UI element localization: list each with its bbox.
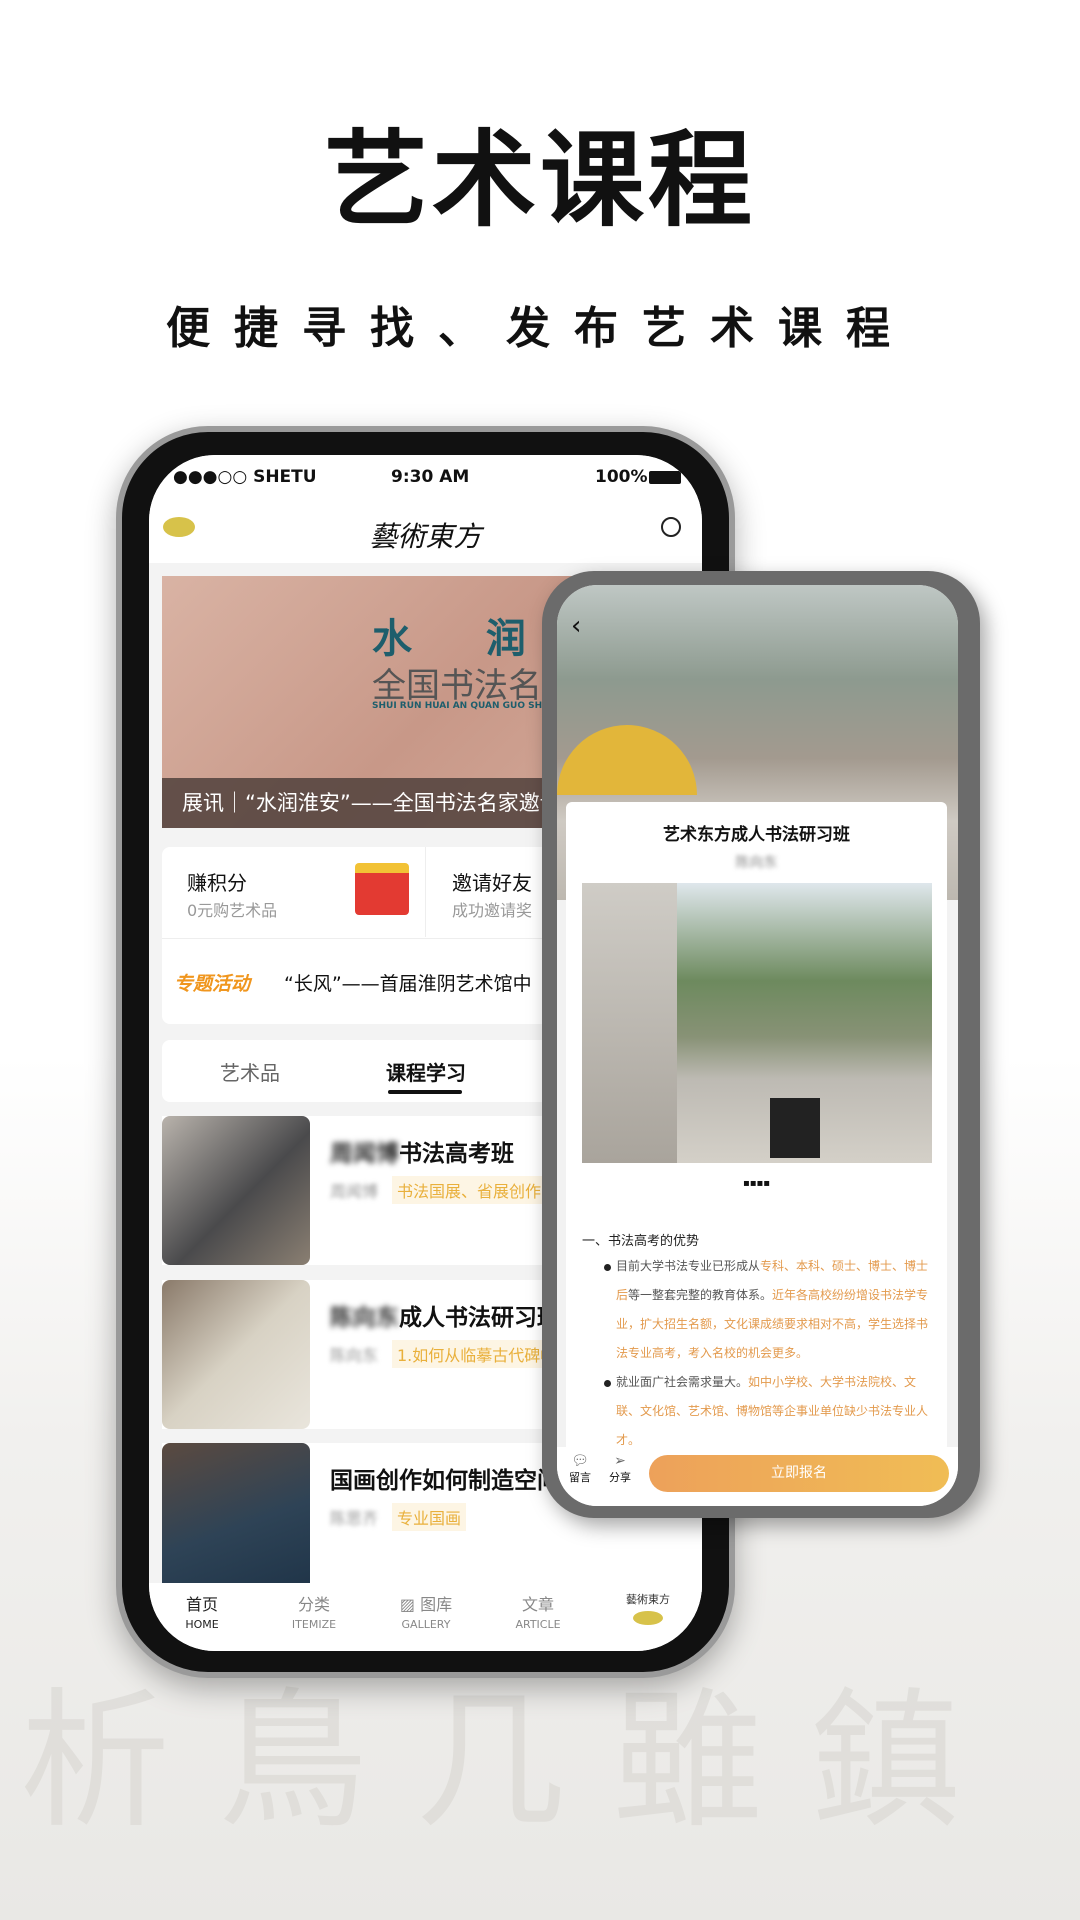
course-tag: 书法国展、省展创作的	[392, 1176, 563, 1204]
battery-text: 100%	[595, 467, 648, 487]
bullet-segment: 等一整套完整的教育体系。	[628, 1288, 773, 1302]
tab-courses[interactable]: 课程学习	[386, 1057, 466, 1086]
course-thumbnail	[162, 1280, 310, 1429]
nav-itemize[interactable]: 分类 ITEMIZE	[269, 1591, 359, 1631]
comment-label: 留言	[569, 1471, 591, 1484]
course-thumbnail	[162, 1443, 310, 1592]
app-header: 藝術東方	[149, 503, 702, 563]
share-icon: ➢	[614, 1453, 626, 1469]
nav-home[interactable]: 首页 HOME	[157, 1591, 247, 1631]
comment-button[interactable]: 💬︎ 留言	[565, 1453, 595, 1485]
course-thumbnail	[162, 1116, 310, 1265]
bullet-icon	[604, 1264, 611, 1271]
course-name-prefix: 周闻博	[330, 1141, 399, 1167]
nav-label: 图库	[420, 1595, 453, 1614]
course-title: 成人书法研习班	[399, 1305, 560, 1331]
course-title: 艺术东方成人书法研习班	[663, 825, 850, 845]
comment-icon: 💬︎	[571, 1453, 589, 1469]
promo-title: 赚积分	[187, 871, 247, 895]
hero-subtitle: 便捷寻找、发布艺术课程	[166, 303, 914, 354]
battery-icon	[649, 471, 681, 484]
nav-sub: GALLERY	[401, 1618, 451, 1631]
course-teacher: 陈思齐	[330, 1509, 379, 1528]
nav-label: 文章	[521, 1595, 554, 1614]
share-label: 分享	[609, 1471, 631, 1484]
nav-article[interactable]: 文章 ARTICLE	[493, 1591, 583, 1631]
activity-text: “长风”——首届淮阴艺术馆中	[284, 973, 532, 995]
action-bar: 💬︎ 留言 ➢ 分享 立即报名	[557, 1447, 958, 1506]
app-logo: 藝術東方	[369, 520, 482, 553]
activity-label: 专题活动	[174, 973, 251, 995]
image-icon: ▨	[399, 1595, 421, 1614]
photo-detail	[557, 725, 697, 795]
course-photo	[582, 883, 932, 1163]
back-icon[interactable]: ‹	[571, 611, 581, 641]
nav-label: 藝術東方	[626, 1593, 670, 1606]
carrier: ●●●○○ SHETU	[173, 467, 317, 487]
course-teacher: 周闻博	[330, 1182, 379, 1201]
share-button[interactable]: ➢ 分享	[605, 1453, 635, 1485]
nav-label: 首页	[185, 1595, 218, 1614]
promo-desc: 成功邀请奖	[452, 901, 533, 920]
course-tag: 1.如何从临摹古代碑帖	[392, 1340, 562, 1368]
bullet-icon	[604, 1380, 611, 1387]
nav-sub: ARTICLE	[515, 1618, 561, 1631]
course-title: 书法高考班	[399, 1141, 514, 1167]
search-icon[interactable]	[661, 517, 681, 537]
tab-indicator	[388, 1090, 462, 1094]
detail-card: 艺术东方成人书法研习班 陈向东 ▪▪▪▪ 一、书法高考的优势 目前大学书法专业已…	[566, 802, 947, 1452]
hero-title: 艺术课程	[323, 118, 756, 241]
detail-screen: ‹ 艺术东方成人书法研习班 陈向东 ▪▪▪▪ 一、书法高考的优势 目前大学书法专…	[557, 585, 958, 1506]
tab-artworks[interactable]: 艺术品	[220, 1057, 280, 1086]
course-title: 国画创作如何制造空间	[330, 1468, 560, 1494]
teacher-name: 陈向东	[735, 855, 778, 871]
course-teacher: 陈向东	[330, 1346, 379, 1365]
enroll-button[interactable]: 立即报名	[649, 1455, 949, 1492]
nav-brand[interactable]: 藝術東方	[603, 1591, 693, 1625]
status-time: 9:30 AM	[391, 467, 470, 487]
nav-label: 分类	[297, 1595, 330, 1614]
bullet-segment: 目前大学书法专业已形成从	[616, 1259, 761, 1273]
course-tag: 专业国画	[392, 1503, 467, 1531]
bullet-text: 目前大学书法专业已形成从专科、本科、硕士、博士、博士后等一整套完整的教育体系。近…	[616, 1252, 936, 1368]
bullet-segment: 就业面广社会需求量大。	[616, 1375, 749, 1389]
detail-phone: ‹ 艺术东方成人书法研习班 陈向东 ▪▪▪▪ 一、书法高考的优势 目前大学书法专…	[542, 571, 980, 1518]
course-name-prefix: 陈向东	[330, 1305, 399, 1331]
nav-sub: ITEMIZE	[291, 1618, 337, 1631]
nav-sub: HOME	[185, 1618, 219, 1631]
bullet-text: 就业面广社会需求量大。如中小学校、大学书法院校、文联、文化馆、艺术馆、博物馆等企…	[616, 1368, 936, 1455]
red-envelope-icon	[355, 863, 409, 915]
section-heading: 一、书法高考的优势	[582, 1234, 700, 1249]
promo-title: 邀请好友	[452, 871, 532, 895]
logo-icon	[633, 1611, 663, 1625]
promo-desc: 0元购艺术品	[187, 901, 278, 920]
nav-gallery[interactable]: ▨ 图库 GALLERY	[381, 1591, 471, 1631]
bottom-nav: 首页 HOME 分类 ITEMIZE ▨ 图库 GALLERY 文章 ARTICLE 藝…	[149, 1583, 702, 1651]
divider-dots: ▪▪▪▪	[742, 1178, 771, 1189]
earn-points[interactable]: 赚积分 0元购艺术品	[162, 847, 426, 937]
